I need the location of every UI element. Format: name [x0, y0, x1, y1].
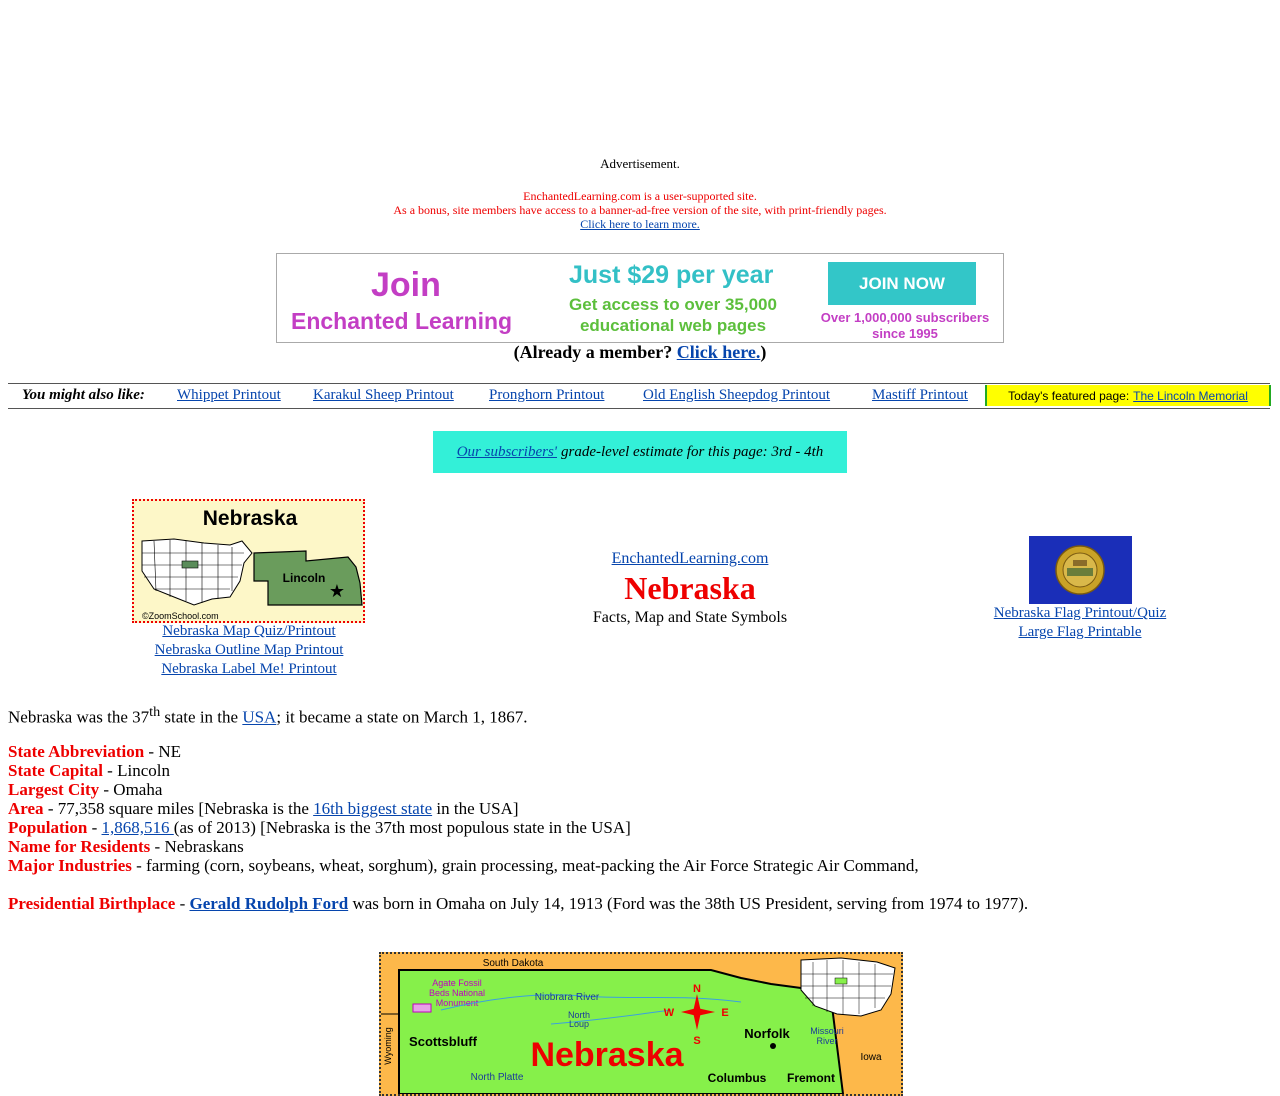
- featured-label: Today's featured page:: [1008, 388, 1130, 403]
- related-links-bar: You might also like: Whippet Printout Ka…: [8, 383, 1271, 409]
- thumb-credit: ©ZoomSchool.com: [142, 611, 219, 621]
- featured-page-link[interactable]: The Lincoln Memorial: [1133, 389, 1248, 403]
- member-login-link[interactable]: Click here.: [677, 342, 761, 362]
- fact-abbreviation: State Abbreviation - NE: [8, 742, 181, 761]
- nebraska-flag-image[interactable]: [1029, 536, 1132, 604]
- banner-join-text: Join: [371, 266, 441, 304]
- join-now-button[interactable]: JOIN NOW: [828, 262, 976, 305]
- related-link[interactable]: Mastiff Printout: [872, 387, 968, 404]
- join-banner[interactable]: Join Enchanted Learning Just $29 per yea…: [276, 253, 1004, 343]
- thumb-capital-label: Lincoln: [283, 571, 326, 585]
- subscribers-link[interactable]: Our subscribers': [457, 444, 557, 461]
- banner-subscribers-text: Over 1,000,000 subscribers since 1995: [820, 310, 990, 341]
- related-link[interactable]: Karakul Sheep Printout: [313, 387, 454, 404]
- thumb-title: Nebraska: [203, 507, 298, 530]
- member-prefix: (Already a member?: [513, 342, 677, 362]
- page-subtitle: Facts, Map and State Symbols: [592, 609, 788, 626]
- label-south-dakota: South Dakota: [483, 958, 544, 969]
- site-home-link[interactable]: EnchantedLearning.com: [612, 550, 769, 567]
- label-iowa: Iowa: [860, 1052, 882, 1063]
- label-missouri-2: River: [816, 1036, 837, 1046]
- page-title-block: EnchantedLearning.com Nebraska Facts, Ma…: [540, 550, 840, 627]
- support-line-2: As a bonus, site members have access to …: [393, 203, 887, 217]
- label-scottsbluff: Scottsbluff: [409, 1034, 478, 1049]
- fact-capital: State Capital - Lincoln: [8, 761, 170, 780]
- fact-area: Area - 77,358 square miles [Nebraska is …: [8, 799, 519, 818]
- label-columbus: Columbus: [708, 1071, 767, 1085]
- advertisement-label: Advertisement.: [600, 156, 680, 171]
- label-north-loup-2: Loup: [569, 1019, 589, 1029]
- svg-text:E: E: [721, 1007, 728, 1019]
- learn-more-link[interactable]: Click here to learn more.: [580, 217, 700, 231]
- biggest-state-link[interactable]: 16th biggest state: [313, 799, 432, 818]
- map-state-name: Nebraska: [530, 1036, 684, 1074]
- nebraska-map-thumbnail[interactable]: Nebraska Lincoln ★ ©ZoomSchool.com: [132, 499, 365, 623]
- grade-level-text: grade-level estimate for this page: 3rd …: [561, 443, 824, 460]
- label-wyoming: Wyoming: [383, 1027, 393, 1064]
- intro-sentence: Nebraska was the 37th state in the USA; …: [8, 704, 528, 727]
- outline-map-link[interactable]: Nebraska Outline Map Printout: [155, 642, 344, 658]
- label-agate-1: Agate Fossil: [432, 978, 482, 988]
- label-fremont: Fremont: [787, 1071, 835, 1085]
- nebraska-map[interactable]: South Dakota Agate Fossil Beds National …: [379, 952, 903, 1096]
- grade-level-box: Our subscribers' grade-level estimate fo…: [433, 431, 847, 473]
- banner-access-text: Get access to over 35,000 educational we…: [569, 295, 777, 335]
- fact-residents: Name for Residents - Nebraskans: [8, 837, 244, 856]
- city-dot-norfolk: [770, 1043, 776, 1049]
- banner-enchanted-text: Enchanted Learning: [291, 308, 513, 334]
- related-link[interactable]: Whippet Printout: [177, 387, 281, 404]
- related-link[interactable]: Pronghorn Printout: [489, 387, 604, 404]
- featured-page-box: Today's featured page: The Lincoln Memor…: [985, 385, 1271, 406]
- capital-star-icon: ★: [329, 581, 345, 601]
- flag-quiz-link[interactable]: Nebraska Flag Printout/Quiz: [994, 605, 1166, 621]
- flag-links: Nebraska Flag Printout/Quiz Large Flag P…: [940, 604, 1220, 642]
- member-suffix: ): [760, 342, 767, 362]
- svg-text:S: S: [693, 1035, 700, 1047]
- label-niobrara-river: Niobrara River: [535, 992, 600, 1003]
- label-north-platte: North Platte: [471, 1072, 524, 1083]
- label-missouri-1: Missouri: [810, 1026, 844, 1036]
- state-facts: State Abbreviation - NE State Capital - …: [8, 742, 919, 875]
- fact-population: Population - 1,868,516 (as of 2013) [Neb…: [8, 818, 631, 837]
- support-line-1: EnchantedLearning.com is a user-supporte…: [523, 189, 757, 203]
- fact-birthplace: Presidential Birthplace - Gerald Rudolph…: [8, 894, 1029, 913]
- fact-largest-city: Largest City - Omaha: [8, 780, 163, 799]
- large-flag-link[interactable]: Large Flag Printable: [1018, 624, 1141, 640]
- label-agate-2: Beds National: [429, 988, 485, 998]
- population-link[interactable]: 1,868,516: [102, 818, 174, 837]
- support-message: EnchantedLearning.com is a user-supporte…: [0, 189, 1280, 231]
- page-title: Nebraska: [624, 570, 756, 606]
- related-heading: You might also like:: [22, 387, 145, 403]
- svg-text:N: N: [693, 983, 701, 995]
- map-links: Nebraska Map Quiz/Printout Nebraska Outl…: [130, 622, 368, 679]
- map-quiz-link[interactable]: Nebraska Map Quiz/Printout: [162, 623, 335, 639]
- svg-text:W: W: [664, 1007, 675, 1019]
- agate-marker: [412, 1003, 432, 1013]
- label-norfolk: Norfolk: [744, 1026, 790, 1041]
- banner-price: Just $29 per year: [569, 261, 774, 289]
- label-me-link[interactable]: Nebraska Label Me! Printout: [161, 661, 336, 677]
- usa-link[interactable]: USA: [242, 708, 276, 727]
- ford-link[interactable]: Gerald Rudolph Ford: [189, 894, 348, 913]
- member-login-line: (Already a member? Click here.): [0, 342, 1280, 363]
- related-link[interactable]: Old English Sheepdog Printout: [643, 387, 830, 404]
- fact-industries: Major Industries - farming (corn, soybea…: [8, 856, 919, 875]
